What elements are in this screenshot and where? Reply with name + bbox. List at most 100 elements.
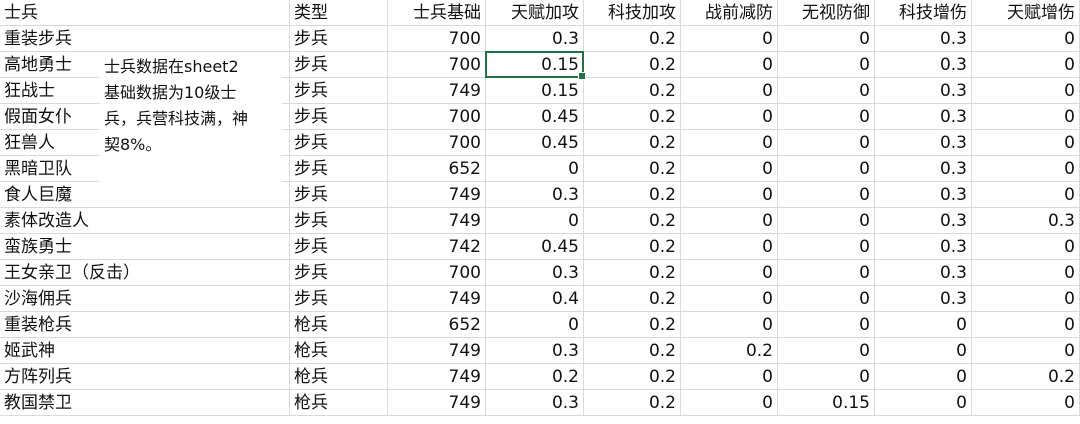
column-header[interactable]: 士兵基础 (388, 0, 486, 26)
table-cell[interactable]: 700 (388, 52, 486, 78)
column-header[interactable]: 天赋加攻 (486, 0, 584, 26)
table-cell[interactable]: 0 (778, 234, 875, 260)
table-cell[interactable]: 0.2 (584, 234, 681, 260)
table-cell[interactable]: 重装步兵 (0, 26, 290, 52)
table-cell[interactable]: 0.45 (486, 130, 584, 156)
table-cell[interactable]: 0 (875, 312, 972, 338)
table-cell[interactable]: 方阵列兵 (0, 364, 290, 390)
table-cell[interactable]: 0 (972, 52, 1080, 78)
table-cell[interactable]: 652 (388, 156, 486, 182)
table-cell[interactable]: 0.3 (875, 182, 972, 208)
table-cell[interactable]: 素体改造人 (0, 208, 290, 234)
table-cell[interactable]: 0 (972, 130, 1080, 156)
table-cell[interactable]: 0 (486, 208, 584, 234)
table-cell[interactable]: 0.2 (486, 364, 584, 390)
table-cell[interactable]: 0 (972, 78, 1080, 104)
table-cell[interactable]: 沙海佣兵 (0, 286, 290, 312)
table-cell[interactable]: 0 (681, 156, 778, 182)
table-cell[interactable]: 0 (875, 364, 972, 390)
table-cell[interactable]: 0.15 (486, 52, 584, 78)
table-cell[interactable]: 枪兵 (290, 390, 388, 416)
table-cell[interactable]: 700 (388, 130, 486, 156)
table-cell[interactable]: 0.3 (875, 26, 972, 52)
table-cell[interactable]: 0.2 (584, 364, 681, 390)
table-cell[interactable]: 0.2 (584, 286, 681, 312)
table-cell[interactable]: 0 (778, 78, 875, 104)
column-header[interactable]: 天赋增伤 (972, 0, 1080, 26)
table-cell[interactable]: 742 (388, 234, 486, 260)
table-cell[interactable]: 0.2 (584, 182, 681, 208)
table-cell[interactable]: 700 (388, 260, 486, 286)
table-cell[interactable]: 0 (972, 104, 1080, 130)
table-cell[interactable]: 0.3 (972, 208, 1080, 234)
table-cell[interactable]: 0.3 (486, 390, 584, 416)
table-cell[interactable]: 步兵 (290, 26, 388, 52)
table-cell[interactable]: 0.3 (486, 182, 584, 208)
table-cell[interactable]: 0 (972, 234, 1080, 260)
table-cell[interactable]: 0 (681, 364, 778, 390)
table-cell[interactable]: 0.3 (875, 104, 972, 130)
column-header[interactable]: 类型 (290, 0, 388, 26)
table-cell[interactable]: 0 (681, 234, 778, 260)
table-cell[interactable]: 0.2 (584, 208, 681, 234)
table-cell[interactable]: 0 (778, 52, 875, 78)
table-cell[interactable]: 0 (972, 156, 1080, 182)
table-cell[interactable]: 0 (778, 286, 875, 312)
table-cell[interactable]: 0 (972, 312, 1080, 338)
table-cell[interactable]: 0.45 (486, 234, 584, 260)
table-cell[interactable]: 0.3 (486, 338, 584, 364)
table-cell[interactable]: 0.2 (584, 26, 681, 52)
table-cell[interactable]: 0.2 (584, 338, 681, 364)
table-cell[interactable]: 0.15 (778, 390, 875, 416)
table-cell[interactable]: 0 (972, 286, 1080, 312)
table-cell[interactable]: 0.15 (486, 78, 584, 104)
table-cell[interactable]: 教国禁卫 (0, 390, 290, 416)
table-cell[interactable]: 749 (388, 286, 486, 312)
table-cell[interactable]: 0 (778, 182, 875, 208)
table-cell[interactable]: 0 (681, 26, 778, 52)
table-cell[interactable]: 步兵 (290, 130, 388, 156)
table-cell[interactable]: 0.3 (875, 234, 972, 260)
column-header[interactable]: 士兵 (0, 0, 290, 26)
table-cell[interactable]: 0 (778, 156, 875, 182)
table-cell[interactable]: 0.2 (584, 78, 681, 104)
table-cell[interactable]: 0.3 (875, 260, 972, 286)
table-cell[interactable]: 0 (681, 52, 778, 78)
table-cell[interactable]: 重装枪兵 (0, 312, 290, 338)
table-cell[interactable]: 0.2 (972, 364, 1080, 390)
table-cell[interactable]: 749 (388, 338, 486, 364)
table-cell[interactable]: 700 (388, 104, 486, 130)
column-header[interactable]: 无视防御 (778, 0, 875, 26)
table-cell[interactable]: 0 (681, 208, 778, 234)
table-cell[interactable]: 步兵 (290, 286, 388, 312)
table-cell[interactable]: 0.3 (875, 78, 972, 104)
table-cell[interactable]: 枪兵 (290, 364, 388, 390)
table-cell[interactable]: 652 (388, 312, 486, 338)
table-cell[interactable]: 0 (486, 312, 584, 338)
table-cell[interactable]: 0 (681, 130, 778, 156)
table-cell[interactable]: 0 (681, 78, 778, 104)
table-cell[interactable]: 0.2 (584, 104, 681, 130)
table-cell[interactable]: 0 (778, 260, 875, 286)
table-cell[interactable]: 0.2 (584, 130, 681, 156)
table-cell[interactable]: 0.3 (486, 26, 584, 52)
table-cell[interactable]: 0 (972, 26, 1080, 52)
table-cell[interactable]: 0.3 (875, 130, 972, 156)
table-cell[interactable]: 步兵 (290, 234, 388, 260)
table-cell[interactable]: 0 (486, 156, 584, 182)
column-header[interactable]: 科技增伤 (875, 0, 972, 26)
table-cell[interactable]: 0 (972, 338, 1080, 364)
table-cell[interactable]: 0.3 (486, 260, 584, 286)
table-cell[interactable]: 0.4 (486, 286, 584, 312)
table-cell[interactable]: 0 (681, 390, 778, 416)
table-cell[interactable]: 0 (778, 312, 875, 338)
table-cell[interactable]: 0.45 (486, 104, 584, 130)
table-cell[interactable]: 0 (778, 104, 875, 130)
table-cell[interactable]: 0.2 (584, 312, 681, 338)
table-cell[interactable]: 蛮族勇士 (0, 234, 290, 260)
table-cell[interactable]: 700 (388, 26, 486, 52)
table-cell[interactable]: 步兵 (290, 260, 388, 286)
table-cell[interactable]: 0 (875, 390, 972, 416)
table-cell[interactable]: 步兵 (290, 156, 388, 182)
table-cell[interactable]: 姬武神 (0, 338, 290, 364)
